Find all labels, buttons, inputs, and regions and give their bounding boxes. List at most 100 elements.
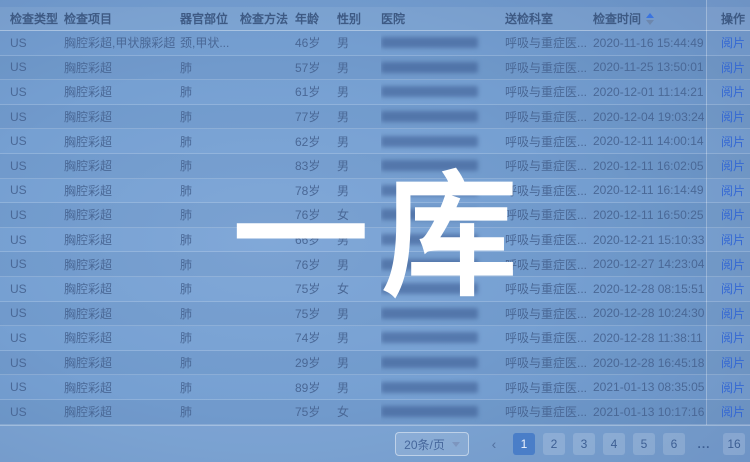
redacted-hospital-name	[381, 160, 478, 171]
table-row[interactable]: US胸腔彩超肺83岁男呼吸与重症医...2020-12-11 16:02:05阅…	[0, 154, 750, 179]
cell-action: 阅片	[721, 252, 749, 276]
table-row[interactable]: US胸腔彩超肺75岁女呼吸与重症医...2020-12-28 08:15:51阅…	[0, 277, 750, 302]
cell-organ: 肺	[180, 56, 238, 80]
cell-action: 阅片	[721, 80, 749, 104]
table-row[interactable]: US胸腔彩超肺29岁男呼吸与重症医...2020-12-28 16:45:18阅…	[0, 351, 750, 376]
view-images-link[interactable]: 阅片	[721, 280, 745, 297]
cell-time: 2020-12-11 16:50:25	[593, 203, 705, 227]
cell-type: US	[10, 400, 60, 424]
cell-organ: 肺	[180, 228, 238, 252]
table-row[interactable]: US胸腔彩超肺89岁男呼吸与重症医...2021-01-13 08:35:05阅…	[0, 375, 750, 400]
column-header-age: 年龄	[295, 7, 335, 30]
sort-caret-down-icon	[646, 20, 654, 25]
column-header-label: 检查类型	[10, 10, 58, 27]
cell-item: 胸腔彩超	[64, 105, 178, 129]
column-header-action: 操作	[721, 7, 749, 30]
cell-item: 胸腔彩超	[64, 154, 178, 178]
table-row[interactable]: US胸腔彩超肺61岁男呼吸与重症医...2020-12-01 11:14:21阅…	[0, 80, 750, 105]
redacted-hospital-name	[381, 259, 478, 270]
redacted-hospital-name	[381, 234, 478, 245]
cell-item: 胸腔彩超	[64, 302, 178, 326]
cell-item: 胸腔彩超,甲状腺彩超	[64, 31, 178, 55]
view-images-link[interactable]: 阅片	[721, 403, 745, 420]
cell-type: US	[10, 31, 60, 55]
cell-action: 阅片	[721, 302, 749, 326]
table-row[interactable]: US胸腔彩超肺77岁男呼吸与重症医...2020-12-04 19:03:24阅…	[0, 105, 750, 130]
table-row[interactable]: US胸腔彩超肺76岁女呼吸与重症医...2020-12-11 16:50:25阅…	[0, 203, 750, 228]
table-row[interactable]: US胸腔彩超肺75岁女呼吸与重症医...2021-01-13 10:17:16阅…	[0, 400, 750, 425]
page-button-3[interactable]: 3	[573, 433, 595, 455]
cell-gender: 男	[337, 105, 379, 129]
cell-hospital	[381, 203, 501, 227]
page-button-1[interactable]: 1	[513, 433, 535, 455]
view-images-link[interactable]: 阅片	[721, 157, 745, 174]
page-button-6[interactable]: 6	[663, 433, 685, 455]
view-images-link[interactable]: 阅片	[721, 59, 745, 76]
cell-time: 2020-12-27 14:23:04	[593, 252, 705, 276]
table-row[interactable]: US胸腔彩超肺78岁男呼吸与重症医...2020-12-11 16:14:49阅…	[0, 179, 750, 204]
cell-dept: 呼吸与重症医...	[505, 400, 592, 424]
redacted-hospital-name	[381, 308, 478, 319]
cell-age: 76岁	[295, 203, 335, 227]
redacted-hospital-name	[381, 209, 478, 220]
page-button-4[interactable]: 4	[603, 433, 625, 455]
view-images-link[interactable]: 阅片	[721, 182, 745, 199]
cell-type: US	[10, 277, 60, 301]
view-images-link[interactable]: 阅片	[721, 206, 745, 223]
cell-method	[240, 203, 292, 227]
page-button-last[interactable]: 16	[723, 433, 745, 455]
cell-gender: 男	[337, 129, 379, 153]
page-button-5[interactable]: 5	[633, 433, 655, 455]
cell-action: 阅片	[721, 277, 749, 301]
column-header-method: 检查方法	[240, 7, 292, 30]
view-images-link[interactable]: 阅片	[721, 34, 745, 51]
table-row[interactable]: US胸腔彩超肺76岁男呼吸与重症医...2020-12-27 14:23:04阅…	[0, 252, 750, 277]
view-images-link[interactable]: 阅片	[721, 231, 745, 248]
cell-dept: 呼吸与重症医...	[505, 326, 592, 350]
view-images-link[interactable]: 阅片	[721, 256, 745, 273]
cell-method	[240, 228, 292, 252]
cell-item: 胸腔彩超	[64, 228, 178, 252]
cell-action: 阅片	[721, 400, 749, 424]
cell-item: 胸腔彩超	[64, 203, 178, 227]
cell-method	[240, 179, 292, 203]
sort-caret-icon[interactable]	[646, 13, 654, 25]
table-row[interactable]: US胸腔彩超肺75岁男呼吸与重症医...2020-12-28 10:24:30阅…	[0, 302, 750, 327]
cell-time: 2020-12-11 16:02:05	[593, 154, 705, 178]
cell-type: US	[10, 375, 60, 399]
redacted-hospital-name	[381, 37, 478, 48]
view-images-link[interactable]: 阅片	[721, 133, 745, 150]
cell-type: US	[10, 154, 60, 178]
table-row[interactable]: US胸腔彩超肺57岁男呼吸与重症医...2020-11-25 13:50:01阅…	[0, 56, 750, 81]
cell-age: 83岁	[295, 154, 335, 178]
column-header-dept: 送检科室	[505, 7, 592, 30]
view-images-link[interactable]: 阅片	[721, 305, 745, 322]
cell-gender: 女	[337, 203, 379, 227]
cell-age: 62岁	[295, 129, 335, 153]
cell-item: 胸腔彩超	[64, 326, 178, 350]
more-pages-button[interactable]: ...	[693, 433, 715, 455]
cell-hospital	[381, 179, 501, 203]
view-images-link[interactable]: 阅片	[721, 354, 745, 371]
cell-time: 2021-01-13 10:17:16	[593, 400, 705, 424]
table-row[interactable]: US胸腔彩超肺66岁男呼吸与重症医...2020-12-21 15:10:33阅…	[0, 228, 750, 253]
column-header-time[interactable]: 检查时间	[593, 7, 705, 30]
page-button-2[interactable]: 2	[543, 433, 565, 455]
page-size-select[interactable]: 20条/页	[395, 432, 469, 456]
redacted-hospital-name	[381, 406, 478, 417]
view-images-link[interactable]: 阅片	[721, 108, 745, 125]
column-header-label: 器官部位	[180, 10, 228, 27]
table-row[interactable]: US胸腔彩超肺62岁男呼吸与重症医...2020-12-11 14:00:14阅…	[0, 129, 750, 154]
view-images-link[interactable]: 阅片	[721, 329, 745, 346]
cell-dept: 呼吸与重症医...	[505, 31, 592, 55]
prev-page-button[interactable]: ‹	[483, 433, 505, 455]
view-images-link[interactable]: 阅片	[721, 83, 745, 100]
exam-list-screen: 检查类型检查项目器官部位检查方法年龄性别医院送检科室检查时间操作 US胸腔彩超,…	[0, 0, 750, 462]
cell-hospital	[381, 228, 501, 252]
table-row[interactable]: US胸腔彩超肺74岁男呼吸与重症医...2020-12-28 11:38:11阅…	[0, 326, 750, 351]
cell-method	[240, 351, 292, 375]
cell-gender: 男	[337, 56, 379, 80]
table-row[interactable]: US胸腔彩超,甲状腺彩超颈,甲状...46岁男呼吸与重症医...2020-11-…	[0, 31, 750, 56]
cell-item: 胸腔彩超	[64, 179, 178, 203]
view-images-link[interactable]: 阅片	[721, 379, 745, 396]
